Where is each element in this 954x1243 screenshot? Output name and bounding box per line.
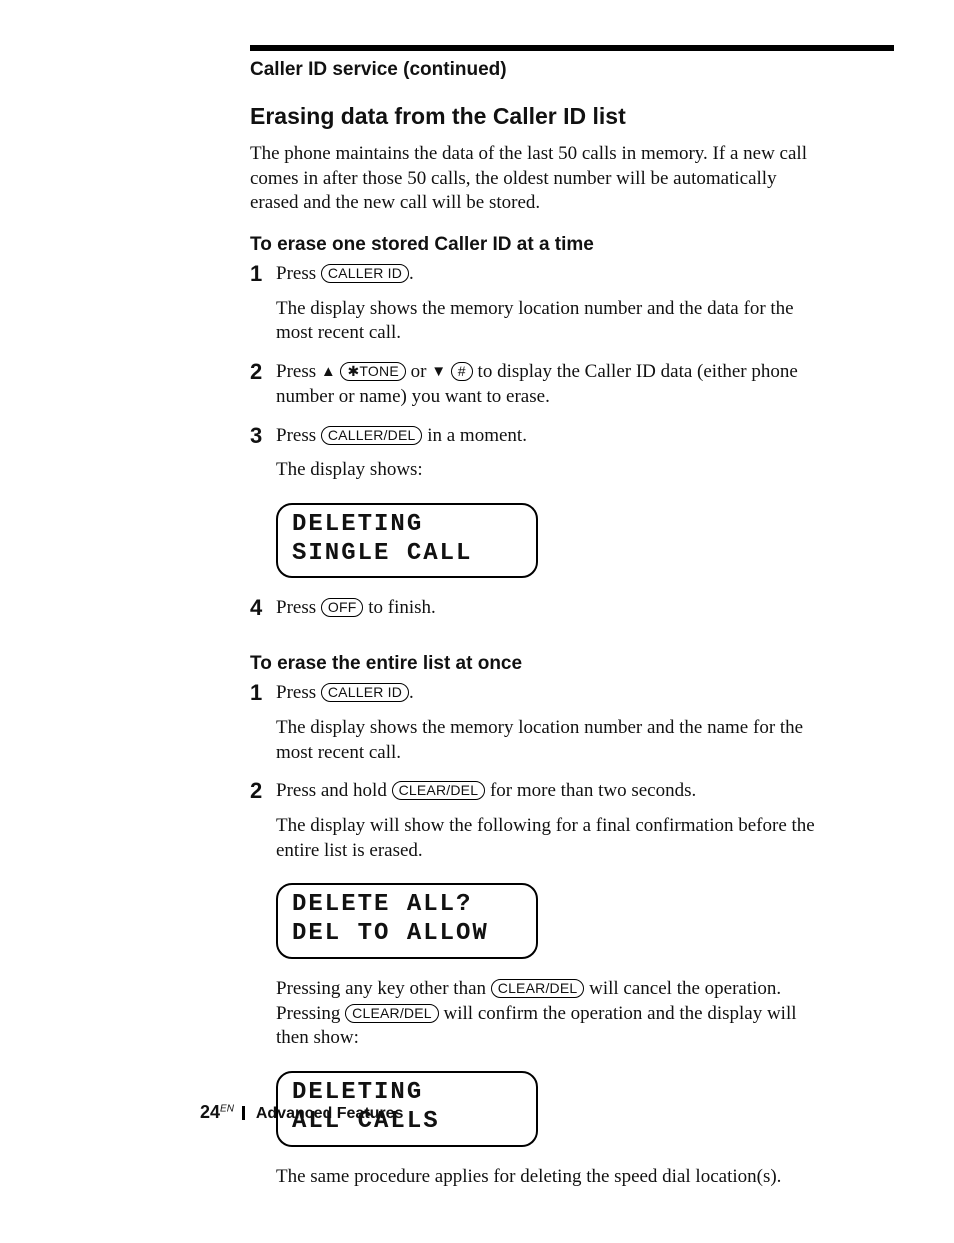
step-body-text: The display will show the following for … [276,814,816,863]
down-arrow-icon: ▼ [431,364,446,380]
subhead-erase-all: To erase the entire list at once [250,653,894,675]
step-a2: 2 Press ▲ ✱TONE or ▼ # to display the Ca… [250,360,894,419]
lcd-line: SINGLE CALL [292,540,522,569]
step-a3: 3 Press CALLER/DEL in a moment. The disp… [250,424,894,493]
intro-paragraph: The phone maintains the data of the last… [250,142,810,216]
step-number: 2 [250,360,276,384]
step-number: 4 [250,596,276,620]
key-clear-del: CLEAR/DEL [345,1004,439,1023]
running-head: Caller ID service (continued) [250,59,894,81]
lcd-line: DEL TO ALLOW [292,920,522,949]
text: Pressing any key other than [276,978,491,999]
footer-separator [242,1106,245,1120]
lcd-line: DELETING [292,511,522,540]
text: . [409,263,414,284]
text: Press [276,597,321,618]
step-a4: 4 Press OFF to finish. [250,596,894,631]
step-body-text: The display shows the memory location nu… [276,297,816,346]
tail-note: The same procedure applies for deleting … [276,1165,781,1190]
key-caller-id: CALLER ID [321,264,409,283]
key-clear-del: CLEAR/DEL [392,781,486,800]
step-b2-cont: Pressing any key other than CLEAR/DEL wi… [250,977,894,1061]
step-number: 1 [250,262,276,286]
key-hash: # [451,362,473,381]
lcd-line: DELETE ALL? [292,891,522,920]
step-number: 2 [250,779,276,803]
text: for more than two seconds. [485,780,696,801]
step-b1: 1 Press CALLER ID. The display shows the… [250,681,894,775]
step-body-text: The display shows: [276,458,527,483]
page-number: 24 [200,1102,220,1122]
section-title: Erasing data from the Caller ID list [250,103,894,130]
text: Press [276,682,321,703]
key-off: OFF [321,598,364,617]
text: Press [276,425,321,446]
footer-section-label: Advanced Features [256,1105,404,1122]
page-number-sup: EN [220,1104,234,1115]
text: . [409,682,414,703]
step-a1: 1 Press CALLER ID. The display shows the… [250,262,894,356]
key-clear-del: CLEAR/DEL [491,979,585,998]
step-number: 3 [250,424,276,448]
step-number: 1 [250,681,276,705]
text: or [406,361,431,382]
text: to finish. [363,597,435,618]
step-b2: 2 Press and hold CLEAR/DEL for more than… [250,779,894,873]
text: Press [276,263,321,284]
up-arrow-icon: ▲ [321,364,336,380]
text: in a moment. [422,425,526,446]
tail-note-row: The same procedure applies for deleting … [250,1165,894,1200]
top-rule [250,45,894,51]
key-caller-id: CALLER ID [321,683,409,702]
subhead-erase-one: To erase one stored Caller ID at a time [250,234,894,256]
key-caller-del: CALLER/DEL [321,426,423,445]
text: Press and hold [276,780,392,801]
lcd-deleting-single: DELETING SINGLE CALL [276,503,538,579]
text: Press [276,361,321,382]
key-star-tone: ✱TONE [340,362,405,381]
step-body-text: The display shows the memory location nu… [276,716,816,765]
page-footer: 24EN Advanced Features [200,1102,403,1123]
lcd-delete-all-prompt: DELETE ALL? DEL TO ALLOW [276,883,538,959]
